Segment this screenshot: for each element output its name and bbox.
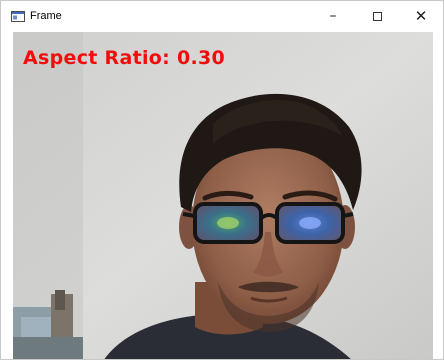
maximize-button[interactable] (355, 1, 399, 31)
frame-window: Frame – ✕ Aspect Ratio: 0.30 (0, 0, 444, 360)
close-button[interactable]: ✕ (399, 1, 443, 31)
aspect-ratio-overlay: Aspect Ratio: 0.30 (23, 47, 226, 69)
webcam-image (13, 32, 433, 359)
title-bar[interactable]: Frame – ✕ (1, 1, 443, 31)
camera-frame: Aspect Ratio: 0.30 (13, 32, 433, 359)
minimize-button[interactable]: – (311, 1, 355, 31)
window-app-icon (11, 10, 25, 22)
maximize-icon (372, 11, 382, 21)
window-title: Frame (30, 10, 62, 22)
window-controls: – ✕ (311, 1, 443, 31)
minimize-icon: – (329, 8, 337, 24)
close-icon: ✕ (414, 7, 428, 25)
